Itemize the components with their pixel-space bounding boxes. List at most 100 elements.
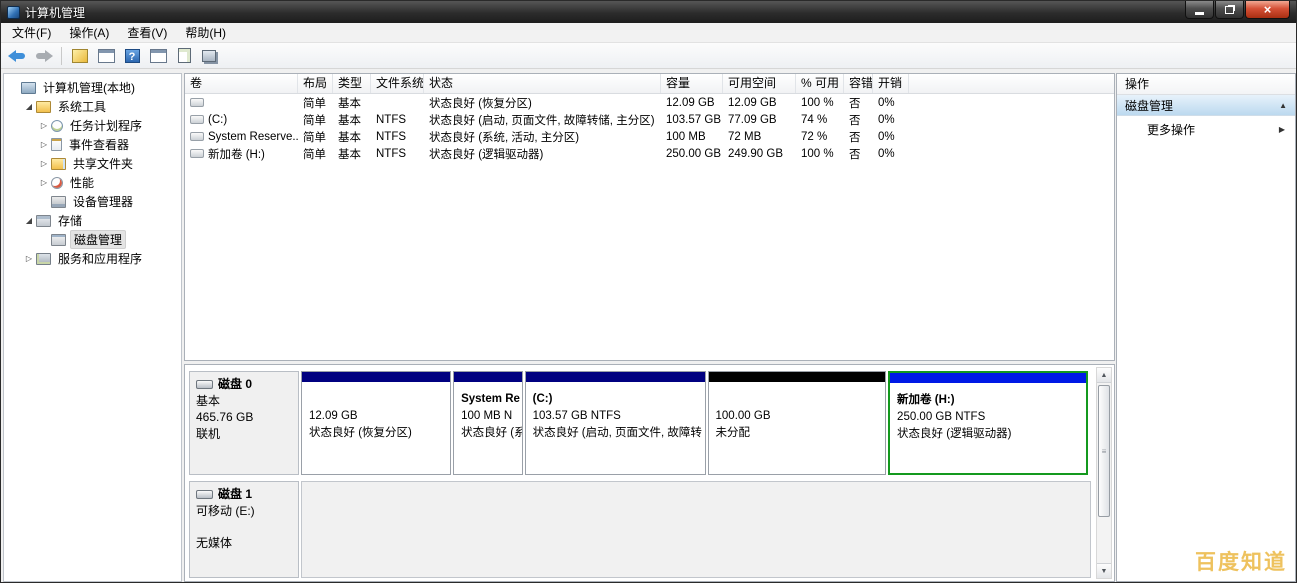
export-button[interactable] [172,45,196,67]
column-header[interactable]: 文件系统 [371,74,424,93]
table-cell: 状态良好 (启动, 页面文件, 故障转储, 主分区) [424,112,661,128]
partition[interactable]: 12.09 GB状态良好 (恢复分区) [301,371,451,475]
disk-graphical-pane: 磁盘 0基本465.76 GB联机12.09 GB状态良好 (恢复分区)Syst… [184,364,1115,582]
partition[interactable]: System Re100 MB N状态良好 (系 [453,371,523,475]
tree-item-services[interactable]: ▷服务和应用程序 [4,249,181,268]
toolbar-buttons [5,45,222,67]
table-row[interactable]: 简单基本状态良好 (恢复分区)12.09 GB12.09 GB100 %否0% [185,94,1114,111]
collapsed-expander-icon[interactable]: ▷ [23,254,35,263]
column-header[interactable]: 布局 [298,74,333,93]
expanded-expander-icon[interactable]: ◢ [23,216,35,225]
partition-detail: 未分配 [716,425,881,442]
volume-name: System Reserve... [208,131,298,143]
show-tree-button[interactable] [68,45,92,67]
volume-table-header: 卷布局类型文件系统状态容量可用空间% 可用容错开销 [185,74,1114,94]
scroll-down-button[interactable]: ▼ [1097,563,1111,578]
unallocated-bar [709,372,886,382]
menu-item[interactable]: 帮助(H) [176,23,235,43]
table-cell: 0% [873,148,909,160]
partition[interactable]: 100.00 GB未分配 [708,371,887,475]
table-cell: 基本 [333,95,371,111]
disk-management-icon [51,234,66,246]
collapsed-expander-icon[interactable]: ▷ [38,140,50,149]
table-cell: 简单 [298,129,333,145]
restore-button[interactable] [1215,1,1244,19]
shared-folders-icon [51,158,66,170]
column-header-filler [909,74,1114,93]
tree-item-device-manager[interactable]: 设备管理器 [4,192,181,211]
collapse-section-icon[interactable]: ▲ [1279,101,1287,110]
expanded-expander-icon[interactable]: ◢ [23,102,35,111]
disk-detail [196,519,292,535]
scrollbar-thumb[interactable]: ≡ [1098,385,1110,517]
primary-bar [526,372,705,382]
table-cell: 12.09 GB [723,97,796,109]
vertical-scrollbar[interactable]: ▲ ≡ ▼ [1096,367,1112,579]
tree-item-system-tools[interactable]: ◢系统工具 [4,97,181,116]
primary-bar [302,372,450,382]
partition-title: (C:) [533,391,700,408]
menu-item[interactable]: 查看(V) [118,23,176,43]
table-cell: 100 MB [661,131,723,143]
tree: 计算机管理(本地)◢系统工具 ▷ 任务计划程序▷事件查看器▷共享文件夹▷性能设备管理… [4,74,181,268]
disk-name: 磁盘 1 [218,486,252,503]
back-button[interactable] [5,45,29,67]
column-header[interactable]: 开销 [873,74,909,93]
disk-label[interactable]: 磁盘 0基本465.76 GB联机 [189,371,299,475]
column-header[interactable]: 容量 [661,74,723,93]
table-cell: 0% [873,114,909,126]
help-button[interactable] [120,45,144,67]
forward-button[interactable] [31,45,55,67]
table-cell: 72 MB [723,131,796,143]
table-cell: 基本 [333,112,371,128]
table-cell: 状态良好 (恢复分区) [424,95,661,111]
menu-item[interactable]: 操作(A) [60,23,118,43]
column-header[interactable]: % 可用 [796,74,844,93]
column-header[interactable]: 类型 [333,74,371,93]
actions-section-disk-management[interactable]: 磁盘管理 ▲ [1117,95,1295,116]
menu-item[interactable]: 文件(F) [3,23,60,43]
tree-item-performance[interactable]: ▷性能 [4,173,181,192]
tree-item-storage[interactable]: ◢存储 [4,211,181,230]
forward-icon [34,49,53,63]
table-cell: 新加卷 (H:) [185,146,298,162]
tree-item-disk-management[interactable]: 磁盘管理 [4,230,181,249]
console-window-button[interactable] [94,45,118,67]
partition[interactable]: (C:)103.57 GB NTFS状态良好 (启动, 页面文件, 故障转 [525,371,706,475]
table-row[interactable]: (C:)简单基本NTFS状态良好 (启动, 页面文件, 故障转储, 主分区)10… [185,111,1114,128]
device-manager-icon [51,196,66,208]
export-icon [178,48,191,63]
table-cell: 否 [844,112,873,128]
table-row[interactable]: 新加卷 (H:)简单基本NTFS状态良好 (逻辑驱动器)250.00 GB249… [185,145,1114,162]
scroll-up-button[interactable]: ▲ [1097,368,1111,383]
tree-item-event-viewer[interactable]: ▷事件查看器 [4,135,181,154]
disk-label[interactable]: 磁盘 1可移动 (E:)无媒体 [189,481,299,578]
table-cell: (C:) [185,114,298,126]
column-header[interactable]: 容错 [844,74,873,93]
disk-detail: 无媒体 [196,535,292,552]
table-row[interactable]: System Reserve...简单基本NTFS状态良好 (系统, 活动, 主… [185,128,1114,145]
column-header[interactable]: 可用空间 [723,74,796,93]
computer-icon [21,82,36,94]
tree-item-shared-folders[interactable]: ▷共享文件夹 [4,154,181,173]
partition[interactable]: 新加卷 (H:)250.00 GB NTFS状态良好 (逻辑驱动器) [888,371,1088,475]
table-cell [185,98,298,107]
column-header[interactable]: 卷 [185,74,298,93]
column-header[interactable]: 状态 [424,74,661,93]
volume-table-body: 简单基本状态良好 (恢复分区)12.09 GB12.09 GB100 %否0%(… [185,94,1114,162]
tree-item-computer[interactable]: 计算机管理(本地) [4,78,181,97]
table-cell: 否 [844,95,873,111]
more-actions-item[interactable]: 更多操作 ▶ [1117,116,1295,142]
disk-row: 磁盘 1可移动 (E:)无媒体 [189,481,1091,578]
tree-item-label: 任务计划程序 [67,117,145,134]
minimize-button[interactable] [1185,1,1214,19]
console-window2-button[interactable] [146,45,170,67]
collapsed-expander-icon[interactable]: ▷ [38,159,50,168]
table-cell: 100 % [796,148,844,160]
disk-tool-button[interactable] [198,45,222,67]
collapsed-expander-icon[interactable]: ▷ [38,178,50,187]
disk-tool-icon [202,50,216,62]
collapsed-expander-icon[interactable]: ▷ [38,121,50,130]
tree-item-task-scheduler[interactable]: ▷ 任务计划程序 [4,116,181,135]
close-button[interactable]: × [1245,1,1290,19]
